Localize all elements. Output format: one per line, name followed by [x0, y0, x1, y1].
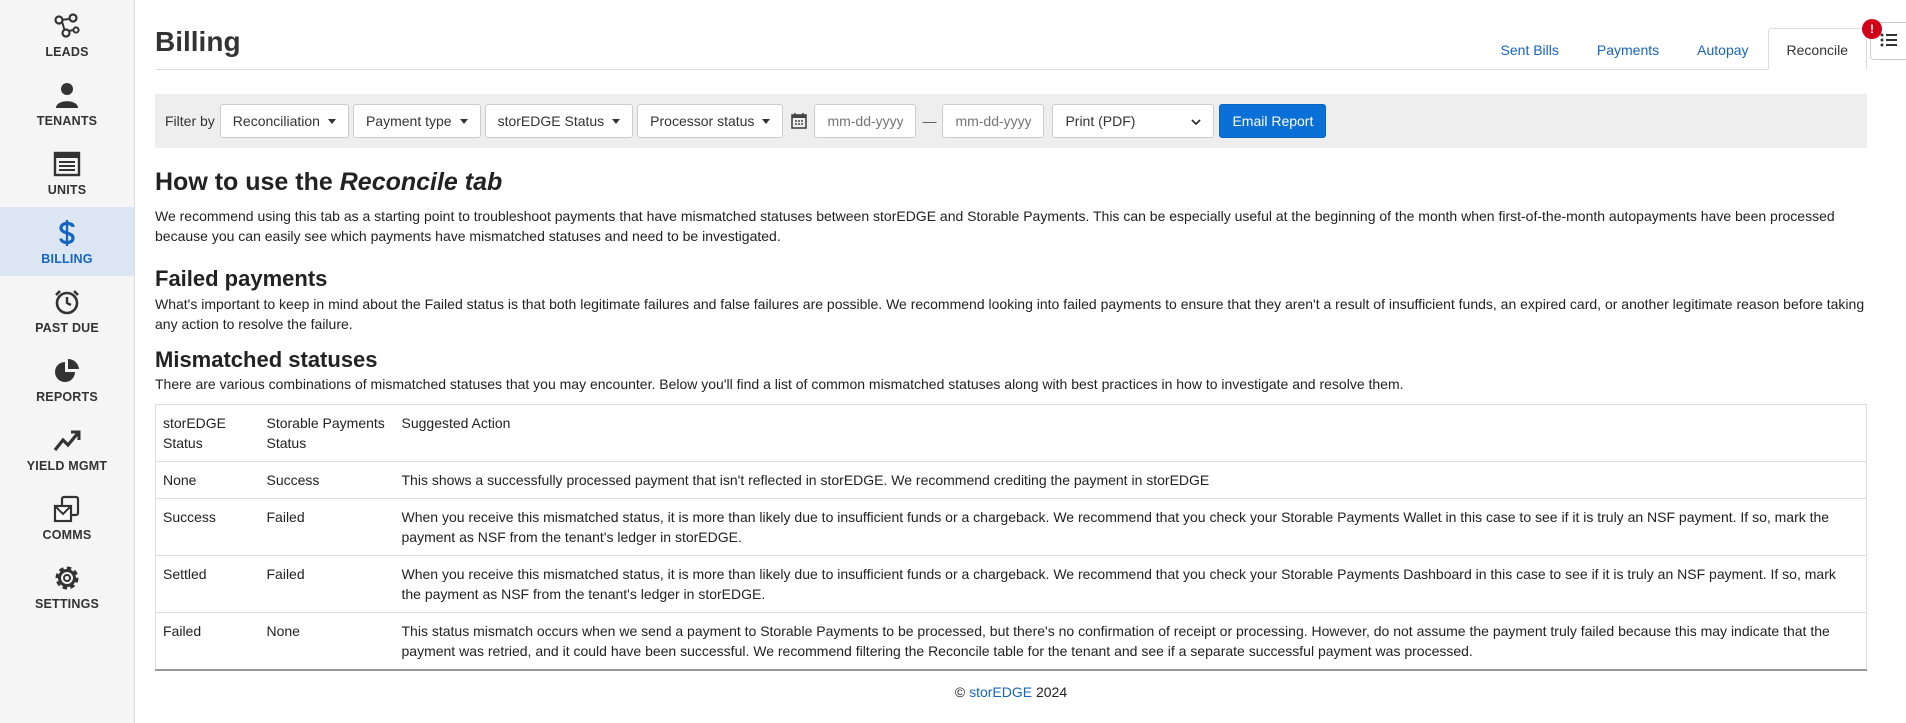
- storedge-link[interactable]: storEDGE: [969, 684, 1032, 700]
- intro-text: We recommend using this tab as a startin…: [155, 208, 1835, 244]
- tab-reconcile[interactable]: Reconcile: [1767, 28, 1867, 70]
- gear-icon: [52, 563, 82, 593]
- tab-sent-bills[interactable]: Sent Bills: [1482, 28, 1578, 70]
- sidebar-item-label: REPORTS: [36, 389, 98, 404]
- failed-payments-text: What's important to keep in mind about t…: [155, 296, 1865, 332]
- sidebar-item-label: PAST DUE: [35, 320, 99, 335]
- print-format-select[interactable]: Print (PDF): [1052, 104, 1215, 138]
- sidebar-item-billing[interactable]: BILLING: [0, 207, 134, 276]
- table-row: Success Failed When you receive this mis…: [155, 498, 1867, 556]
- table-row: None Success This shows a successfully p…: [155, 461, 1867, 499]
- footer: © storEDGE 2024: [155, 684, 1867, 700]
- user-icon: [52, 80, 82, 110]
- sidebar-item-comms[interactable]: COMMS: [0, 483, 134, 552]
- sidebar-item-yield-mgmt[interactable]: YIELD MGMT: [0, 414, 134, 483]
- sidebar-item-past-due[interactable]: PAST DUE: [0, 276, 134, 345]
- payment-type-dropdown[interactable]: Payment type: [352, 104, 481, 138]
- sidebar-item-label: SETTINGS: [34, 596, 100, 611]
- storedge-status-dropdown[interactable]: storEDGE Status: [484, 104, 634, 138]
- filter-bar: Filter by Reconciliation Payment type st…: [155, 94, 1867, 148]
- sidebar-item-label: UNITS: [47, 182, 87, 197]
- table-cell: This shows a successfully processed paym…: [394, 461, 1867, 499]
- table-header-row: storEDGE Status Storable Payments Status…: [156, 405, 1867, 462]
- caret-down-icon: [459, 118, 468, 124]
- end-date-input[interactable]: [942, 104, 1045, 138]
- filter-label: Filter by: [165, 113, 215, 129]
- sidebar-item-label: YIELD MGMT: [26, 458, 108, 473]
- table-row: Failed None This status mismatch occurs …: [155, 612, 1867, 670]
- storage-unit-icon: [52, 149, 82, 179]
- table-cell: When you receive this mismatched status,…: [394, 498, 1867, 556]
- processor-status-dropdown[interactable]: Processor status: [637, 104, 784, 138]
- sidebar-item-settings[interactable]: SETTINGS: [0, 552, 134, 621]
- reconcile-help-content: How to use the Reconcile tab We recommen…: [155, 168, 1867, 671]
- list-icon: [1880, 32, 1898, 51]
- mismatched-statuses-heading: Mismatched statuses: [155, 347, 378, 372]
- caret-down-icon: [327, 118, 336, 124]
- help-heading-emphasis: Reconcile tab: [339, 168, 503, 196]
- sidebar: LEADS TENANTS UNITS BILLING PAST DUE REP…: [0, 0, 135, 723]
- reconciliation-dropdown[interactable]: Reconciliation: [219, 104, 349, 138]
- print-format-value: Print (PDF): [1065, 113, 1136, 129]
- caret-down-icon: [762, 118, 771, 124]
- page-title: Billing: [155, 26, 241, 57]
- table-cell: Failed: [155, 612, 260, 670]
- table-cell: Success: [259, 461, 395, 499]
- sidebar-item-label: COMMS: [42, 527, 92, 542]
- sidebar-item-leads[interactable]: LEADS: [0, 0, 134, 69]
- pie-chart-icon: [52, 356, 82, 386]
- calendar-icon: [790, 112, 808, 130]
- tab-autopay[interactable]: Autopay: [1678, 28, 1767, 70]
- help-heading: How to use the Reconcile tab: [155, 168, 1867, 197]
- mismatch-table: storEDGE Status Storable Payments Status…: [155, 404, 1867, 671]
- header-suggested-action: Suggested Action: [401, 415, 511, 431]
- table-cell: This status mismatch occurs when we send…: [394, 612, 1867, 670]
- dollar-icon: [52, 218, 82, 248]
- table-cell: When you receive this mismatched status,…: [394, 555, 1867, 613]
- chevron-down-icon: [1191, 113, 1202, 129]
- table-cell: None: [155, 461, 260, 499]
- mismatched-statuses-text: There are various combinations of mismat…: [155, 376, 1404, 392]
- help-heading-prefix: How to use the: [155, 168, 340, 196]
- alert-badge[interactable]: !: [1862, 19, 1882, 39]
- sidebar-item-tenants[interactable]: TENANTS: [0, 69, 134, 138]
- table-cell: Failed: [259, 555, 395, 613]
- copyright-symbol: ©: [954, 684, 966, 700]
- table-cell: Settled: [155, 555, 260, 613]
- dropdown-label: storEDGE Status: [497, 113, 605, 129]
- dropdown-label: Payment type: [365, 113, 452, 129]
- table-row: Settled Failed When you receive this mis…: [155, 555, 1867, 613]
- failed-payments-heading: Failed payments: [155, 266, 328, 291]
- leads-icon: [52, 11, 82, 41]
- date-separator: —: [922, 113, 937, 129]
- table-cell: Success: [155, 498, 260, 556]
- envelope-icon: [52, 494, 82, 524]
- header-storedge-status: storEDGE Status: [163, 415, 227, 451]
- billing-tabs: Sent Bills Payments Autopay Reconcile: [1482, 28, 1867, 70]
- table-cell: Failed: [259, 498, 395, 556]
- sidebar-item-units[interactable]: UNITS: [0, 138, 134, 207]
- page-header: Billing Sent Bills Payments Autopay Reco…: [155, 0, 1867, 70]
- header-storable-status: Storable Payments Status: [266, 415, 385, 451]
- sidebar-item-label: LEADS: [45, 44, 89, 59]
- sidebar-item-label: TENANTS: [36, 113, 98, 128]
- caret-down-icon: [612, 118, 621, 124]
- email-report-button[interactable]: Email Report: [1219, 104, 1327, 138]
- copyright-year: 2024: [1035, 684, 1068, 700]
- alarm-clock-icon: [52, 287, 82, 317]
- table-cell: None: [259, 612, 395, 670]
- trend-chart-icon: [52, 425, 82, 455]
- sidebar-item-reports[interactable]: REPORTS: [0, 345, 134, 414]
- tab-payments[interactable]: Payments: [1578, 28, 1678, 70]
- sidebar-item-label: BILLING: [41, 251, 93, 266]
- start-date-input[interactable]: [814, 104, 917, 138]
- dropdown-label: Reconciliation: [232, 113, 320, 129]
- dropdown-label: Processor status: [650, 113, 755, 129]
